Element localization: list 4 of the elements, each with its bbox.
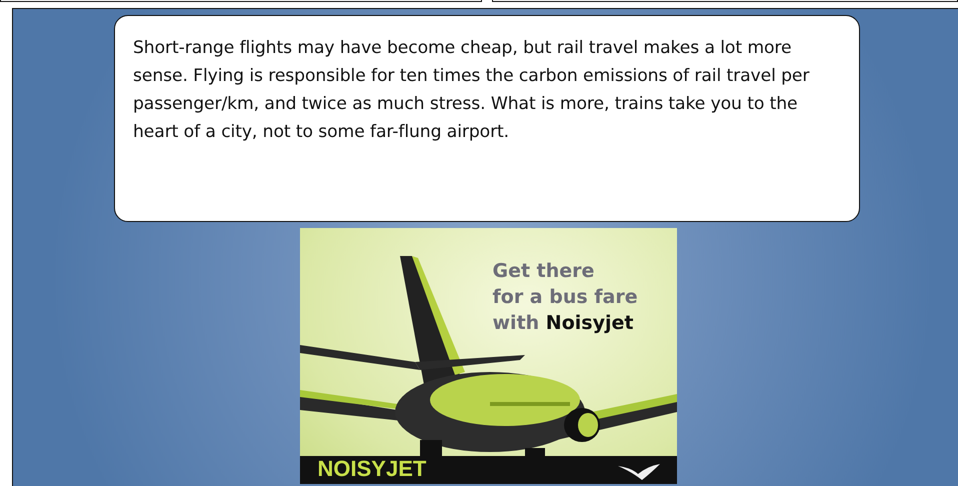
advert-logo: NOISYJET bbox=[318, 457, 426, 481]
bird-icon bbox=[618, 464, 660, 480]
advert-headline: Get there for a bus fare with Noisyjet bbox=[492, 259, 638, 336]
speech-bubble: Short-range flights may have become cheap, but rail travel makes a lot more sense. Flying is responsible for ten times the carbon emissions of rail travel per passenger/km, and twice as much stress. What is more, trains take you to the heart of a city, not to some far-flung airport. bbox=[114, 15, 860, 222]
